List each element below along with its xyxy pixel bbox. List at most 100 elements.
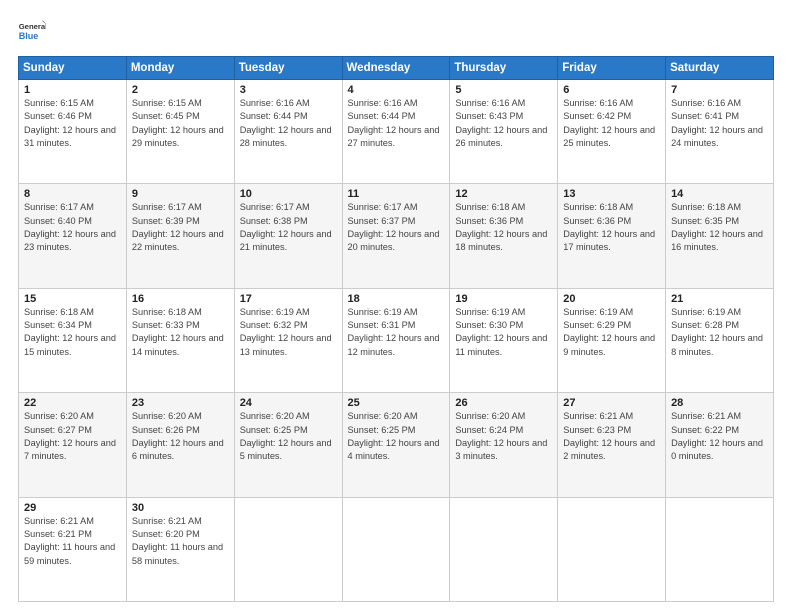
day-number: 1 [24, 84, 121, 96]
weekday-header: Sunday [19, 57, 127, 80]
weekday-header: Saturday [666, 57, 774, 80]
day-detail: Sunrise: 6:21 AMSunset: 6:21 PMDaylight:… [24, 516, 115, 566]
calendar-cell: 26 Sunrise: 6:20 AMSunset: 6:24 PMDayligh… [450, 393, 558, 497]
day-detail: Sunrise: 6:20 AMSunset: 6:25 PMDaylight:… [240, 411, 332, 461]
logo: General Blue [18, 18, 50, 46]
day-detail: Sunrise: 6:16 AMSunset: 6:41 PMDaylight:… [671, 98, 763, 148]
weekday-header: Tuesday [234, 57, 342, 80]
calendar-cell: 24 Sunrise: 6:20 AMSunset: 6:25 PMDayligh… [234, 393, 342, 497]
day-number: 24 [240, 397, 337, 409]
day-detail: Sunrise: 6:15 AMSunset: 6:45 PMDaylight:… [132, 98, 224, 148]
day-detail: Sunrise: 6:20 AMSunset: 6:27 PMDaylight:… [24, 411, 116, 461]
day-number: 14 [671, 188, 768, 200]
weekday-header: Wednesday [342, 57, 450, 80]
calendar-cell: 21 Sunrise: 6:19 AMSunset: 6:28 PMDayligh… [666, 288, 774, 392]
weekday-header-row: SundayMondayTuesdayWednesdayThursdayFrid… [19, 57, 774, 80]
day-detail: Sunrise: 6:21 AMSunset: 6:22 PMDaylight:… [671, 411, 763, 461]
day-detail: Sunrise: 6:19 AMSunset: 6:28 PMDaylight:… [671, 307, 763, 357]
calendar-cell: 7 Sunrise: 6:16 AMSunset: 6:41 PMDaylight… [666, 80, 774, 184]
weekday-header: Friday [558, 57, 666, 80]
calendar-cell: 3Sunrise: 6:16 AMSunset: 6:44 PMDaylight… [234, 80, 342, 184]
day-detail: Sunrise: 6:17 AMSunset: 6:39 PMDaylight:… [132, 202, 224, 252]
day-detail: Sunrise: 6:20 AMSunset: 6:26 PMDaylight:… [132, 411, 224, 461]
day-number: 26 [455, 397, 552, 409]
calendar-cell: 25Sunrise: 6:20 AMSunset: 6:25 PMDayligh… [342, 393, 450, 497]
day-number: 25 [348, 397, 445, 409]
calendar-cell: 23 Sunrise: 6:20 AMSunset: 6:26 PMDayligh… [126, 393, 234, 497]
day-number: 16 [132, 293, 229, 305]
day-detail: Sunrise: 6:21 AMSunset: 6:20 PMDaylight:… [132, 516, 223, 566]
day-detail: Sunrise: 6:17 AMSunset: 6:40 PMDaylight:… [24, 202, 116, 252]
day-detail: Sunrise: 6:19 AMSunset: 6:32 PMDaylight:… [240, 307, 332, 357]
day-number: 29 [24, 502, 121, 514]
calendar-cell: 12Sunrise: 6:18 AMSunset: 6:36 PMDayligh… [450, 184, 558, 288]
calendar-cell [342, 497, 450, 601]
day-detail: Sunrise: 6:21 AMSunset: 6:23 PMDaylight:… [563, 411, 655, 461]
calendar-cell: 10Sunrise: 6:17 AMSunset: 6:38 PMDayligh… [234, 184, 342, 288]
calendar-cell: 27 Sunrise: 6:21 AMSunset: 6:23 PMDayligh… [558, 393, 666, 497]
day-number: 8 [24, 188, 121, 200]
calendar-cell: 18 Sunrise: 6:19 AMSunset: 6:31 PMDayligh… [342, 288, 450, 392]
day-detail: Sunrise: 6:18 AMSunset: 6:36 PMDaylight:… [563, 202, 655, 252]
calendar-cell: 30 Sunrise: 6:21 AMSunset: 6:20 PMDayligh… [126, 497, 234, 601]
day-number: 17 [240, 293, 337, 305]
day-number: 2 [132, 84, 229, 96]
calendar-cell: 1 Sunrise: 6:15 AMSunset: 6:46 PMDaylight… [19, 80, 127, 184]
calendar-cell: 11 Sunrise: 6:17 AMSunset: 6:37 PMDayligh… [342, 184, 450, 288]
calendar-cell [558, 497, 666, 601]
day-number: 21 [671, 293, 768, 305]
calendar-cell: 8 Sunrise: 6:17 AMSunset: 6:40 PMDaylight… [19, 184, 127, 288]
day-detail: Sunrise: 6:18 AMSunset: 6:36 PMDaylight:… [455, 202, 547, 252]
calendar-cell: 14 Sunrise: 6:18 AMSunset: 6:35 PMDayligh… [666, 184, 774, 288]
day-detail: Sunrise: 6:16 AMSunset: 6:44 PMDaylight:… [240, 98, 332, 148]
day-detail: Sunrise: 6:16 AMSunset: 6:42 PMDaylight:… [563, 98, 655, 148]
calendar-cell: 5 Sunrise: 6:16 AMSunset: 6:43 PMDaylight… [450, 80, 558, 184]
day-detail: Sunrise: 6:20 AMSunset: 6:24 PMDaylight:… [455, 411, 547, 461]
day-detail: Sunrise: 6:19 AMSunset: 6:31 PMDaylight:… [348, 307, 440, 357]
day-number: 15 [24, 293, 121, 305]
calendar-week-row: 8 Sunrise: 6:17 AMSunset: 6:40 PMDaylight… [19, 184, 774, 288]
calendar-week-row: 29 Sunrise: 6:21 AMSunset: 6:21 PMDayligh… [19, 497, 774, 601]
day-detail: Sunrise: 6:19 AMSunset: 6:29 PMDaylight:… [563, 307, 655, 357]
weekday-header: Thursday [450, 57, 558, 80]
day-number: 7 [671, 84, 768, 96]
day-number: 30 [132, 502, 229, 514]
day-detail: Sunrise: 6:17 AMSunset: 6:37 PMDaylight:… [348, 202, 440, 252]
day-detail: Sunrise: 6:16 AMSunset: 6:43 PMDaylight:… [455, 98, 547, 148]
day-detail: Sunrise: 6:18 AMSunset: 6:34 PMDaylight:… [24, 307, 116, 357]
calendar-cell: 29 Sunrise: 6:21 AMSunset: 6:21 PMDayligh… [19, 497, 127, 601]
svg-text:General: General [19, 22, 46, 31]
day-detail: Sunrise: 6:18 AMSunset: 6:33 PMDaylight:… [132, 307, 224, 357]
header: General Blue [18, 18, 774, 46]
calendar-cell: 22Sunrise: 6:20 AMSunset: 6:27 PMDayligh… [19, 393, 127, 497]
day-number: 27 [563, 397, 660, 409]
calendar-cell [234, 497, 342, 601]
day-number: 5 [455, 84, 552, 96]
day-number: 9 [132, 188, 229, 200]
logo-icon: General Blue [18, 18, 46, 46]
day-number: 18 [348, 293, 445, 305]
calendar-cell: 28 Sunrise: 6:21 AMSunset: 6:22 PMDayligh… [666, 393, 774, 497]
calendar-cell: 19 Sunrise: 6:19 AMSunset: 6:30 PMDayligh… [450, 288, 558, 392]
day-number: 20 [563, 293, 660, 305]
day-detail: Sunrise: 6:15 AMSunset: 6:46 PMDaylight:… [24, 98, 116, 148]
day-number: 23 [132, 397, 229, 409]
day-number: 13 [563, 188, 660, 200]
day-detail: Sunrise: 6:18 AMSunset: 6:35 PMDaylight:… [671, 202, 763, 252]
day-detail: Sunrise: 6:19 AMSunset: 6:30 PMDaylight:… [455, 307, 547, 357]
day-detail: Sunrise: 6:16 AMSunset: 6:44 PMDaylight:… [348, 98, 440, 148]
day-number: 28 [671, 397, 768, 409]
calendar-week-row: 15 Sunrise: 6:18 AMSunset: 6:34 PMDayligh… [19, 288, 774, 392]
calendar-week-row: 1 Sunrise: 6:15 AMSunset: 6:46 PMDaylight… [19, 80, 774, 184]
calendar-cell: 13 Sunrise: 6:18 AMSunset: 6:36 PMDayligh… [558, 184, 666, 288]
day-number: 10 [240, 188, 337, 200]
day-number: 4 [348, 84, 445, 96]
calendar-cell: 2 Sunrise: 6:15 AMSunset: 6:45 PMDaylight… [126, 80, 234, 184]
calendar-cell: 9 Sunrise: 6:17 AMSunset: 6:39 PMDaylight… [126, 184, 234, 288]
day-number: 11 [348, 188, 445, 200]
calendar-cell: 16 Sunrise: 6:18 AMSunset: 6:33 PMDayligh… [126, 288, 234, 392]
svg-text:Blue: Blue [19, 31, 39, 41]
day-number: 19 [455, 293, 552, 305]
weekday-header: Monday [126, 57, 234, 80]
calendar-cell: 6Sunrise: 6:16 AMSunset: 6:42 PMDaylight… [558, 80, 666, 184]
